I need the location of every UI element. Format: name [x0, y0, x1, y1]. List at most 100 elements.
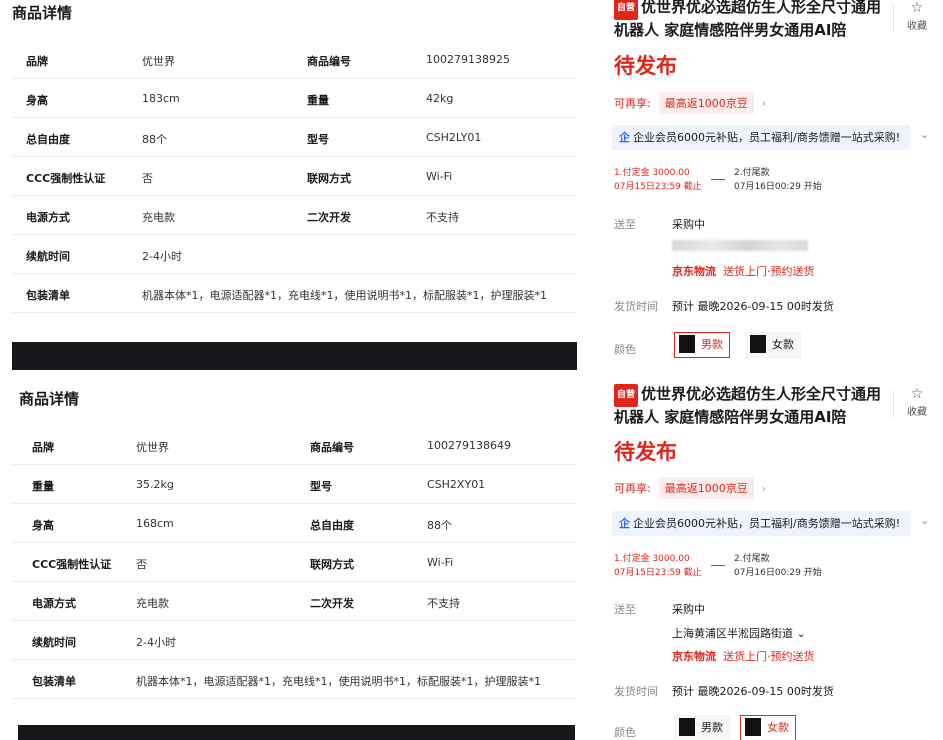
spec-label: 身高	[32, 519, 54, 532]
ship-to-label: 送至	[614, 603, 636, 616]
deposit-amount: 1.付定金 3000.00	[614, 554, 690, 564]
enterprise-text: 企业会员6000元补贴，员工福利/商务馈赠一站式采购!	[633, 131, 901, 144]
spec-label: 电源方式	[26, 211, 70, 224]
spec-value: 机器本体*1，电源适配器*1，充电线*1，使用说明书*1，标配服装*1，护理服装…	[142, 289, 547, 302]
delivery-value: 预计 最晚2026-09-15 00时发货	[672, 685, 834, 698]
favorite-button[interactable]: ☆ 收藏	[903, 387, 931, 418]
spec-value: CSH2LY01	[426, 131, 482, 144]
spec-label: 总自由度	[310, 519, 354, 532]
spec-label: 总自由度	[26, 133, 70, 146]
spec-label: 联网方式	[307, 172, 351, 185]
color-label: 颜色	[614, 343, 636, 356]
product-image-strip	[12, 342, 577, 370]
favorite-label: 收藏	[907, 407, 927, 418]
product-screenshot-female: 商品详情 品牌 优世界 商品编号 100279138649 重量 35.2kg …	[0, 370, 943, 740]
deposit-step: 1.付定金 3000.00 07月15日23:59 截止	[614, 552, 702, 580]
delivery-label: 发货时间	[614, 685, 658, 698]
spec-value: CSH2XY01	[427, 478, 486, 491]
favorite-button[interactable]: ☆ 收藏	[903, 1, 931, 32]
spec-value: Wi-Fi	[426, 170, 453, 183]
spec-value: 88个	[142, 133, 167, 146]
product-info: 自营 优世界优必选超仿生人形全尺寸通用机器人 家庭情感陪伴男女通用AI陪 ☆ 收藏…	[600, 0, 943, 370]
spec-table: 品牌 优世界 商品编号 100279138649 重量 35.2kg 型号 CS…	[12, 426, 577, 699]
spec-value: 168cm	[136, 517, 174, 530]
logistics-info: 京东物流 送货上门·预约送货	[672, 263, 815, 279]
deposit-deadline: 07月15日23:59 截止	[614, 568, 702, 578]
promo-prefix: 可再享:	[614, 482, 651, 495]
spec-label: 商品编号	[307, 55, 351, 68]
spec-label: 商品编号	[310, 441, 354, 454]
spec-label: 型号	[307, 133, 329, 146]
swatch-thumbnail	[679, 335, 695, 353]
spec-value: 100279138649	[427, 439, 511, 452]
spec-row: 身高 183cm 重量 42kg	[12, 79, 577, 118]
spec-value: 35.2kg	[136, 478, 174, 491]
spec-label: 包装清单	[32, 675, 76, 688]
self-operated-badge: 自营	[614, 0, 639, 20]
product-title-text: 优世界优必选超仿生人形全尺寸通用机器人 家庭情感陪伴男女通用AI陪	[614, 0, 882, 39]
color-option-male[interactable]: 男款	[674, 715, 730, 740]
ship-to-label: 送至	[614, 218, 636, 231]
spec-label: 二次开发	[307, 211, 351, 224]
spec-label: 二次开发	[310, 597, 354, 610]
spec-value: 否	[142, 172, 153, 185]
logistics-service: 送货上门·预约送货	[723, 650, 815, 663]
color-label: 颜色	[614, 726, 636, 739]
spec-value: 优世界	[142, 55, 175, 68]
jingdou-chip[interactable]: 最高返1000京豆	[658, 92, 754, 114]
address-selector[interactable]: 上海黄浦区半淞园路街道 ⌄	[672, 625, 806, 641]
option-label: 男款	[701, 721, 723, 734]
delivery-label: 发货时间	[614, 300, 658, 313]
swatch-thumbnail	[679, 718, 695, 736]
deposit-amount: 1.付定金 3000.00	[614, 168, 690, 178]
spec-row: 重量 35.2kg 型号 CSH2XY01	[12, 465, 577, 504]
spec-label: 品牌	[26, 55, 48, 68]
product-info: 自营 优世界优必选超仿生人形全尺寸通用机器人 家庭情感陪伴男女通用AI陪 ☆ 收藏…	[600, 370, 943, 740]
spec-row: 续航时间 2-4小时	[12, 235, 577, 274]
star-outline-icon: ☆	[910, 0, 924, 16]
balance-step: 2.付尾款 07月16日00:29 开始	[734, 552, 822, 580]
ship-status: 采购中	[672, 603, 705, 616]
promo-row: 可再享: 最高返1000京豆 ›	[614, 477, 766, 499]
blurred-address[interactable]	[672, 240, 808, 251]
option-label: 女款	[772, 338, 794, 351]
chevron-right-icon[interactable]: ›	[762, 482, 766, 495]
balance-label: 2.付尾款	[734, 554, 770, 564]
spec-row: 续航时间 2-4小时	[12, 621, 577, 660]
enterprise-badge-icon: 企	[619, 131, 630, 144]
chevron-down-icon[interactable]: ⌄	[920, 514, 929, 527]
enterprise-banner[interactable]: 企企业会员6000元补贴，员工福利/商务馈赠一站式采购!	[612, 511, 910, 536]
spec-row: 包装清单 机器本体*1，电源适配器*1，充电线*1，使用说明书*1，标配服装*1…	[12, 660, 577, 699]
balance-label: 2.付尾款	[734, 168, 770, 178]
swatch-thumbnail	[745, 718, 761, 736]
color-option-female[interactable]: 女款	[740, 715, 796, 740]
spec-title: 商品详情	[19, 390, 80, 408]
spec-label: 续航时间	[26, 250, 70, 263]
chevron-right-icon[interactable]: ›	[762, 97, 766, 110]
divider	[893, 390, 894, 418]
product-title: 自营 优世界优必选超仿生人形全尺寸通用机器人 家庭情感陪伴男女通用AI陪	[614, 384, 882, 428]
status-text: 待发布	[614, 440, 677, 464]
status-text: 待发布	[614, 54, 677, 78]
enterprise-banner[interactable]: 企企业会员6000元补贴，员工福利/商务馈赠一站式采购!	[612, 125, 910, 150]
spec-row: 品牌 优世界 商品编号 100279138649	[12, 426, 577, 465]
spec-value: 100279138925	[426, 53, 510, 66]
product-title-text: 优世界优必选超仿生人形全尺寸通用机器人 家庭情感陪伴男女通用AI陪	[614, 385, 882, 426]
balance-start: 07月16日00:29 开始	[734, 568, 822, 578]
spec-value: 充电款	[142, 211, 175, 224]
spec-row: 总自由度 88个 型号 CSH2LY01	[12, 118, 577, 157]
color-option-female[interactable]: 女款	[745, 332, 801, 358]
jingdou-chip[interactable]: 最高返1000京豆	[658, 477, 754, 499]
product-image-strip	[18, 725, 575, 740]
spec-value: 183cm	[142, 92, 180, 105]
spec-value: 88个	[427, 519, 452, 532]
star-outline-icon: ☆	[910, 386, 924, 402]
enterprise-badge-icon: 企	[619, 517, 630, 530]
spec-row: CCC强制性认证 否 联网方式 Wi-Fi	[12, 157, 577, 196]
spec-label: 包装清单	[26, 289, 70, 302]
spec-label: 重量	[32, 480, 54, 493]
chevron-down-icon[interactable]: ⌄	[920, 128, 929, 141]
spec-value: 不支持	[426, 211, 459, 224]
spec-table: 品牌 优世界 商品编号 100279138925 身高 183cm 重量 42k…	[12, 40, 577, 313]
color-option-male[interactable]: 男款	[674, 332, 730, 358]
